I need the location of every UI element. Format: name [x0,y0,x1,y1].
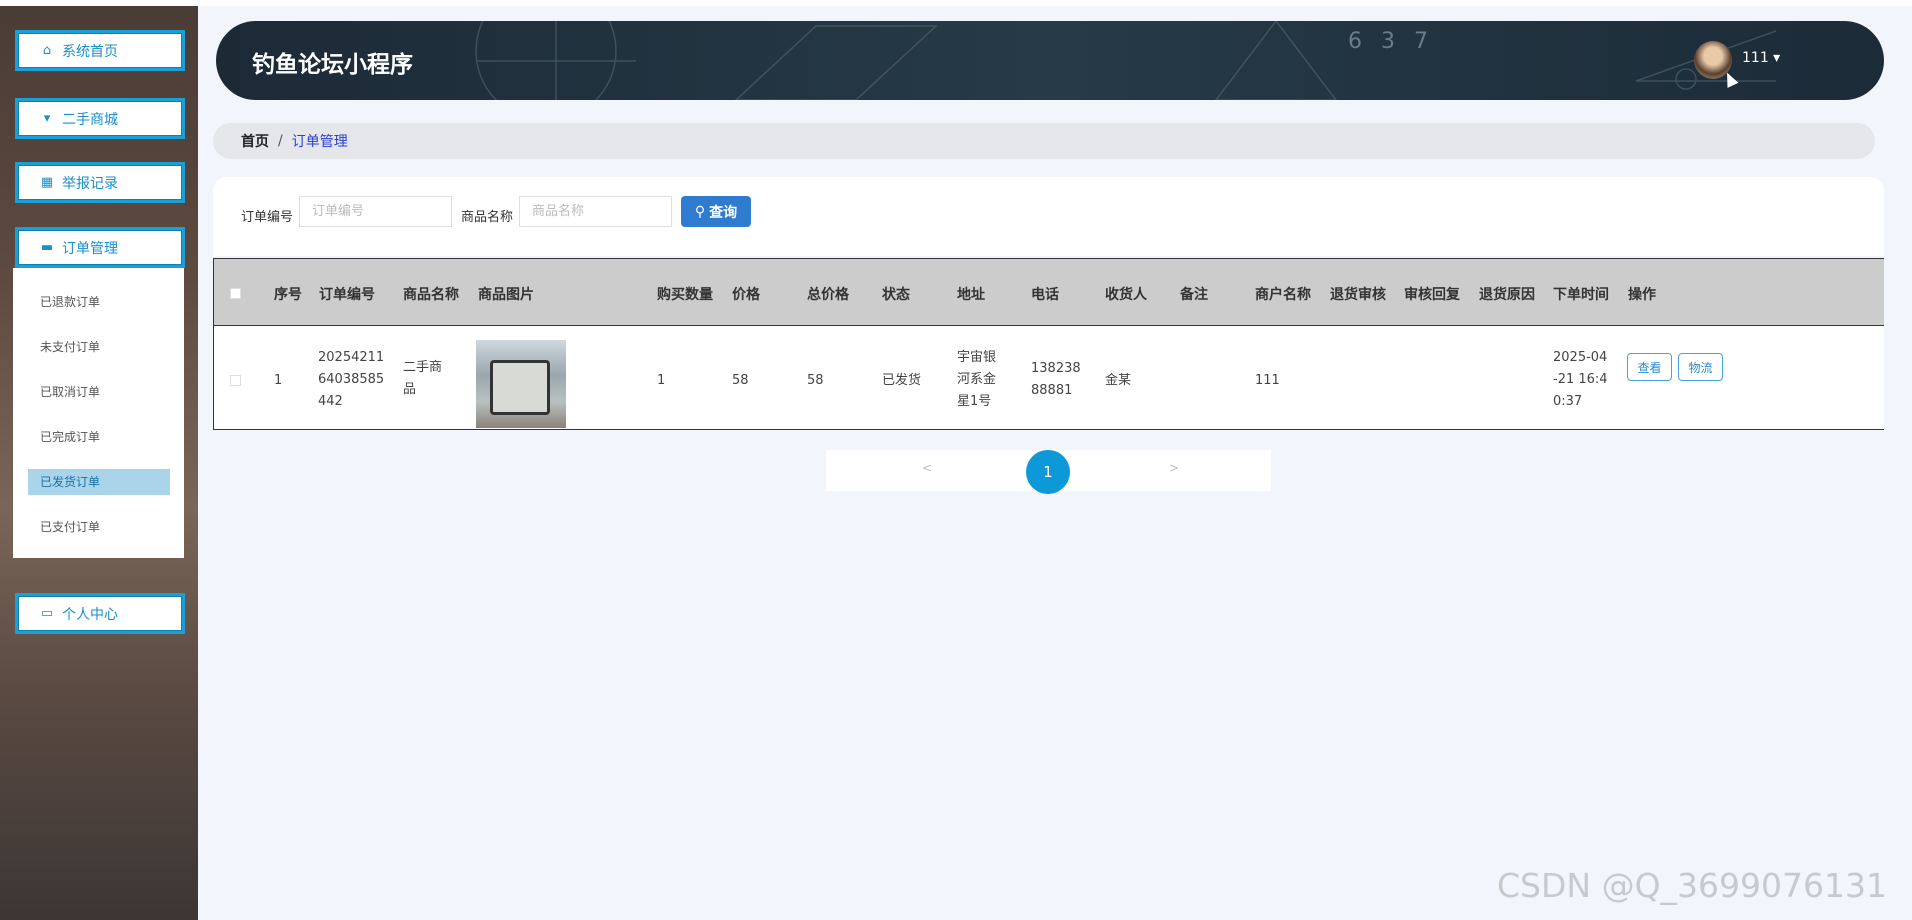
sidebar: ⌂ 系统首页 ▾ 二手商城 ▦ 举报记录 ▬ 订单管理 已退款订单 未支付订单 已取消订… [0,6,198,920]
col-address[interactable]: 地址 [957,284,985,304]
cell-total: 58 [807,373,824,388]
submenu-unpaid[interactable]: 未支付订单 [28,334,170,360]
top-header: 钓鱼论坛小程序 6 3 7 111 ▾ [216,21,1884,100]
cell-order-time: 2025-04 -21 16:4 0:37 [1553,350,1608,409]
col-price[interactable]: 价格 [732,284,760,304]
orders-table: 序号 订单编号 商品名称 商品图片 购买数量 价格 总价格 状态 地址 电话 收… [213,258,1884,430]
col-return-reason[interactable]: 退货原因 [1479,284,1535,304]
card-icon: ▭ [40,605,54,621]
product-image[interactable] [476,340,566,428]
col-order-no[interactable]: 订单编号 [319,284,375,304]
view-button[interactable]: 查看 [1627,353,1672,381]
sidebar-item-home[interactable]: ⌂ 系统首页 [15,30,185,71]
sidebar-item-profile[interactable]: ▭ 个人中心 [15,593,185,634]
home-icon: ⌂ [42,42,52,58]
cell-address: 宇宙银 河系金 星1号 [957,350,997,409]
product-name-label: 商品名称 [461,210,514,225]
col-order-time[interactable]: 下单时间 [1553,284,1609,304]
sidebar-item-second-hand-mall[interactable]: ▾ 二手商城 [15,98,185,139]
col-actions: 操作 [1628,287,1656,303]
orders-submenu: 已退款订单 未支付订单 已取消订单 已完成订单 已发货订单 已支付订单 [13,268,184,558]
breadcrumb: 首页 / 订单管理 [213,123,1875,159]
col-index: 序号 [274,287,302,303]
submenu-paid[interactable]: 已支付订单 [28,514,170,540]
cell-product-name: 二手商品 [403,360,443,397]
col-remark[interactable]: 备注 [1180,284,1208,304]
cell-price: 58 [732,373,749,388]
order-no-label: 订单编号 [241,210,294,225]
col-phone[interactable]: 电话 [1031,284,1059,304]
submenu-cancelled[interactable]: 已取消订单 [28,379,170,405]
cell-status: 已发货 [882,373,922,388]
col-qty[interactable]: 购买数量 [657,284,713,304]
grid-icon: ▦ [40,174,54,190]
sidebar-item-orders[interactable]: ▬ 订单管理 [15,227,185,268]
submenu-refunded[interactable]: 已退款订单 [28,289,170,315]
col-merchant[interactable]: 商户名称 [1255,284,1311,304]
monitor-icon: ▬ [40,239,54,255]
submenu-shipped[interactable]: 已发货订单 [28,469,170,495]
cell-qty: 1 [657,373,666,388]
logistics-button[interactable]: 物流 [1678,353,1723,381]
col-status[interactable]: 状态 [882,284,910,304]
query-button[interactable]: ⚲ 查询 [681,196,751,227]
product-name-input[interactable] [519,196,672,227]
pagination: < 1 > [826,450,1271,494]
table-header: 序号 订单编号 商品名称 商品图片 购买数量 价格 总价格 状态 地址 电话 收… [214,259,1884,326]
breadcrumb-current: 订单管理 [291,134,348,150]
user-menu[interactable]: 111 ▾ [1742,50,1780,66]
watermark: CSDN @Q_3699076131 [1497,866,1888,905]
col-return-review[interactable]: 退货审核 [1330,284,1386,304]
order-no-input[interactable] [299,196,452,227]
next-page-button[interactable]: > [1169,461,1179,475]
sidebar-item-reports[interactable]: ▦ 举报记录 [15,162,185,203]
header-decor [475,21,1777,100]
cell-merchant: 111 [1255,373,1280,388]
col-product-image: 商品图片 [478,287,534,303]
brush-icon: ▾ [43,110,51,126]
cell-receiver: 金某 [1105,373,1132,388]
cell-order-no: 20254211 64038585 442 [318,350,385,409]
breadcrumb-separator: / [278,133,283,149]
col-total[interactable]: 总价格 [807,284,849,304]
prev-page-button[interactable]: < [922,461,932,475]
search-icon: ⚲ [694,203,706,220]
breadcrumb-home[interactable]: 首页 [241,131,269,151]
header-decor-text: 6 3 7 [1348,29,1434,54]
top-strip [0,0,1912,6]
submenu-completed[interactable]: 已完成订单 [28,424,170,450]
search-bar: 订单编号 商品名称 ⚲查询 [213,177,1884,256]
page-1-button[interactable]: 1 [1026,450,1070,494]
col-product-name[interactable]: 商品名称 [403,284,459,304]
cell-index: 1 [274,373,283,388]
row-checkbox[interactable] [230,375,241,386]
select-all-checkbox[interactable] [230,288,241,299]
cell-phone: 138238 88881 [1031,361,1081,398]
app-title: 钓鱼论坛小程序 [252,52,413,78]
col-receiver[interactable]: 收货人 [1105,284,1147,304]
col-review-reply[interactable]: 审核回复 [1404,284,1460,304]
